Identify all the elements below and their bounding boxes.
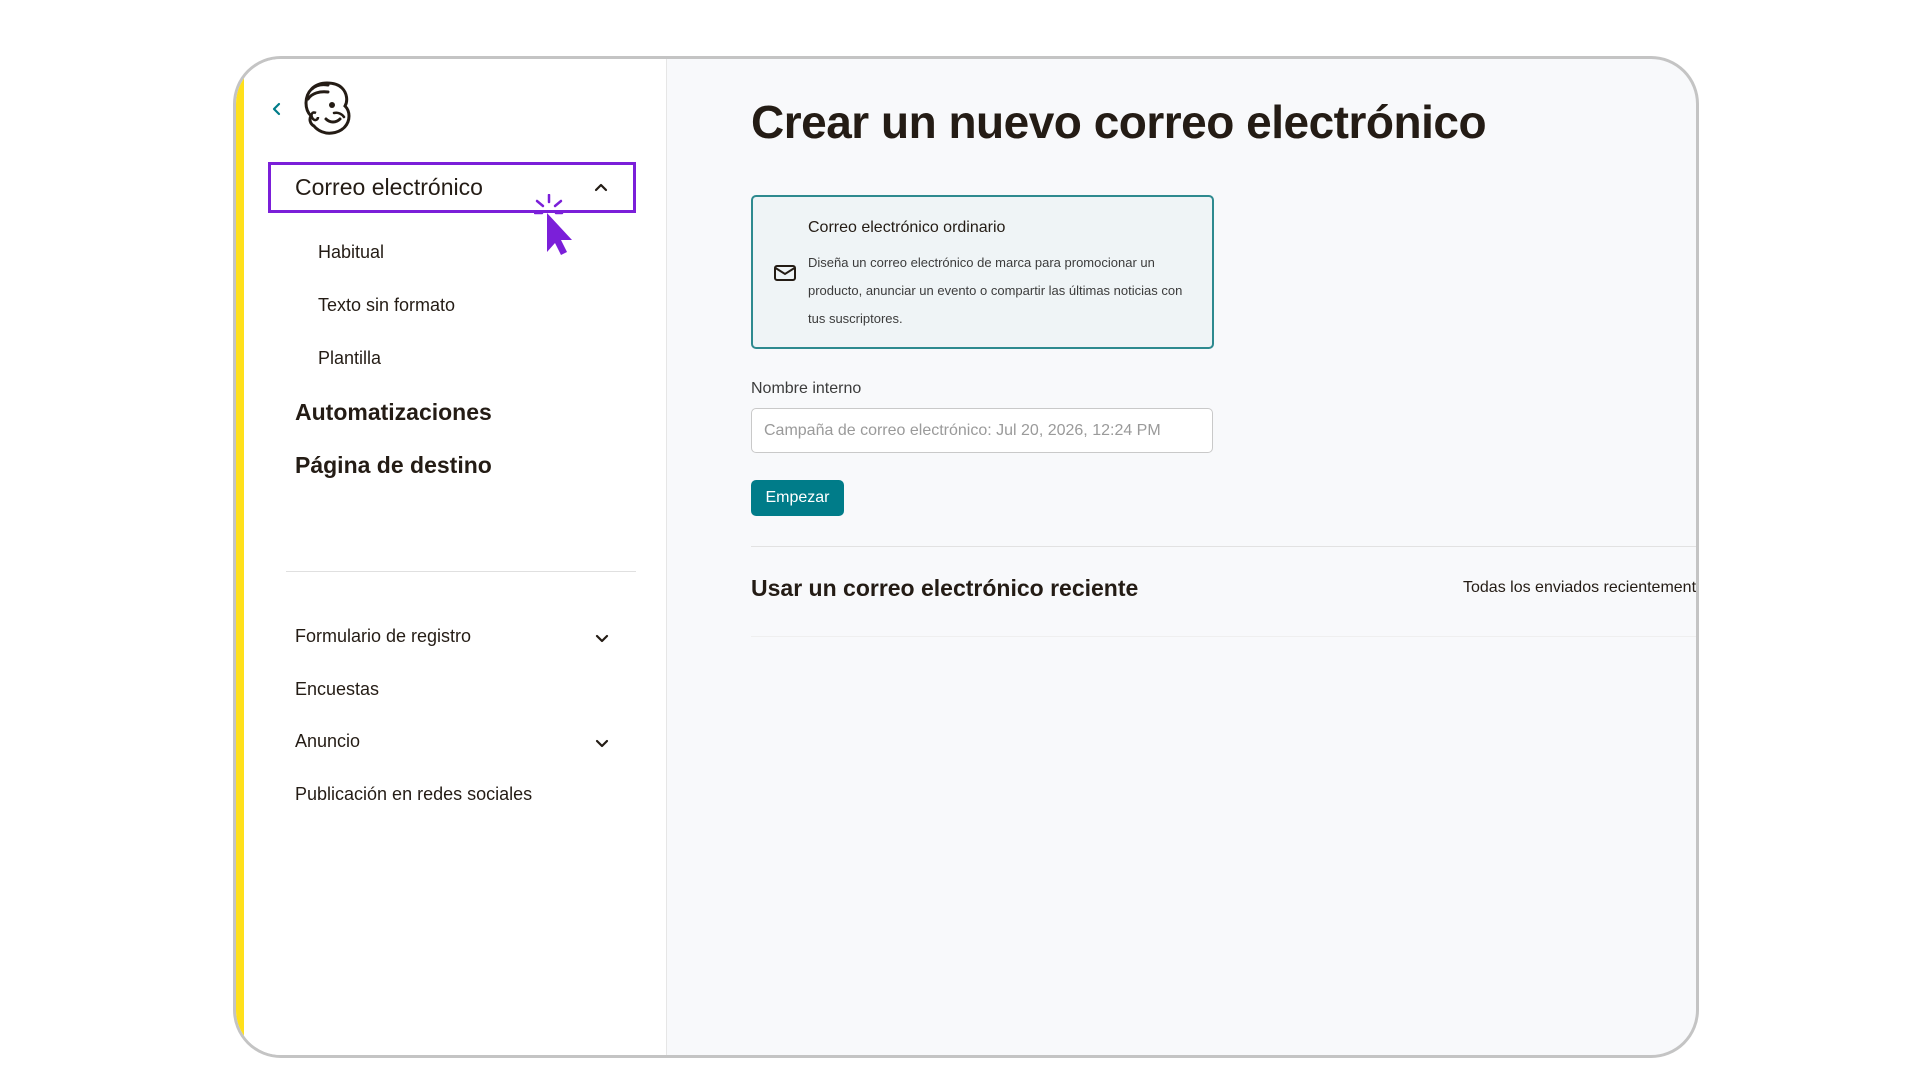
main-content: Crear un nuevo correo electrónico Correo…: [668, 59, 1696, 1055]
chevron-up-icon[interactable]: [592, 178, 610, 196]
card-description: Diseña un correo electrónico de marca pa…: [808, 255, 1183, 326]
sidebar-item-social-post[interactable]: Publicación en redes sociales: [295, 784, 532, 805]
internal-name-label: Nombre interno: [751, 380, 862, 397]
brand-accent-bar: [236, 59, 244, 1055]
sidebar-item-signup-form[interactable]: Formulario de registro: [295, 626, 471, 647]
sidebar-item-automations[interactable]: Automatizaciones: [295, 399, 492, 426]
chevron-left-icon[interactable]: [269, 101, 285, 117]
section-divider: [751, 546, 1696, 547]
page-title: Crear un nuevo correo electrónico: [751, 96, 1487, 148]
mailchimp-logo-icon[interactable]: [298, 79, 356, 137]
envelope-icon: [774, 265, 796, 281]
all-recent-sent-link[interactable]: Todas los enviados recientemente: [1463, 579, 1696, 597]
sidebar-divider: [286, 571, 636, 572]
internal-name-input[interactable]: [751, 408, 1213, 453]
start-button[interactable]: Empezar: [751, 480, 844, 516]
recent-list-divider: [751, 636, 1696, 637]
click-cursor-icon: [534, 194, 572, 255]
card-title: Correo electrónico ordinario: [808, 219, 1006, 236]
chevron-down-icon[interactable]: [594, 631, 610, 647]
sidebar-subitem-template[interactable]: Plantilla: [318, 348, 381, 369]
sidebar-subitem-plain-text[interactable]: Texto sin formato: [318, 295, 455, 316]
sidebar-item-email[interactable]: Correo electrónico: [295, 174, 483, 201]
sidebar-item-surveys[interactable]: Encuestas: [295, 679, 379, 700]
sidebar-subitem-regular[interactable]: Habitual: [318, 242, 384, 263]
chevron-down-icon[interactable]: [594, 736, 610, 752]
sidebar: Correo electrónico Habitual Texto sin fo…: [244, 59, 667, 1055]
regular-email-card[interactable]: Correo electrónico ordinario Diseña un c…: [751, 195, 1214, 349]
recent-email-heading: Usar un correo electrónico reciente: [751, 575, 1139, 601]
sidebar-item-ad[interactable]: Anuncio: [295, 731, 360, 752]
sidebar-item-landing-page[interactable]: Página de destino: [295, 452, 492, 479]
app-window: Correo electrónico Habitual Texto sin fo…: [233, 56, 1699, 1058]
